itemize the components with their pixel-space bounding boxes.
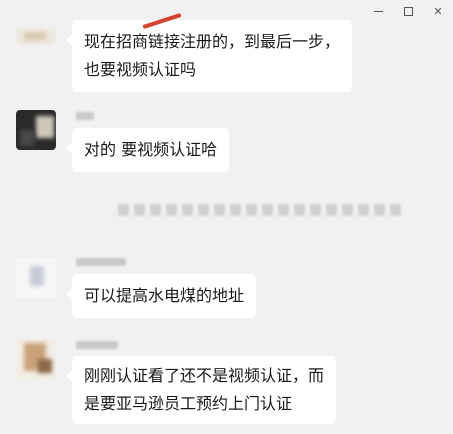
sender-name — [76, 112, 94, 120]
message-bubble: 对的 要视频认证哈 — [65, 128, 230, 172]
maximize-button[interactable] — [393, 0, 423, 22]
message-text: 现在招商链接注册的，到最后一步， — [84, 32, 341, 51]
window-controls — [363, 0, 453, 22]
avatar[interactable] — [16, 339, 56, 379]
close-button[interactable] — [423, 0, 453, 22]
system-message — [118, 204, 401, 216]
avatar[interactable] — [16, 20, 56, 46]
minimize-button[interactable] — [363, 0, 393, 22]
message-text: 对的 要视频认证哈 — [84, 140, 218, 159]
avatar[interactable] — [16, 110, 56, 150]
sender-name — [76, 258, 126, 266]
message-text: 也要视频认证吗 — [84, 60, 197, 79]
sender-name — [76, 341, 118, 349]
message-bubble: 刚刚认证看了还不是视频认证，而 是要亚马逊员工预约上门认证 — [65, 356, 337, 424]
message-bubble: 可以提高水电煤的地址 — [65, 274, 257, 318]
avatar[interactable] — [16, 258, 56, 298]
message-bubble: 现在招商链接注册的，到最后一步， 也要视频认证吗 — [65, 20, 353, 92]
message-text: 是要亚马逊员工预约上门认证 — [84, 394, 293, 413]
message-text: 刚刚认证看了还不是视频认证，而 — [84, 366, 325, 385]
message-text: 可以提高水电煤的地址 — [84, 286, 245, 305]
